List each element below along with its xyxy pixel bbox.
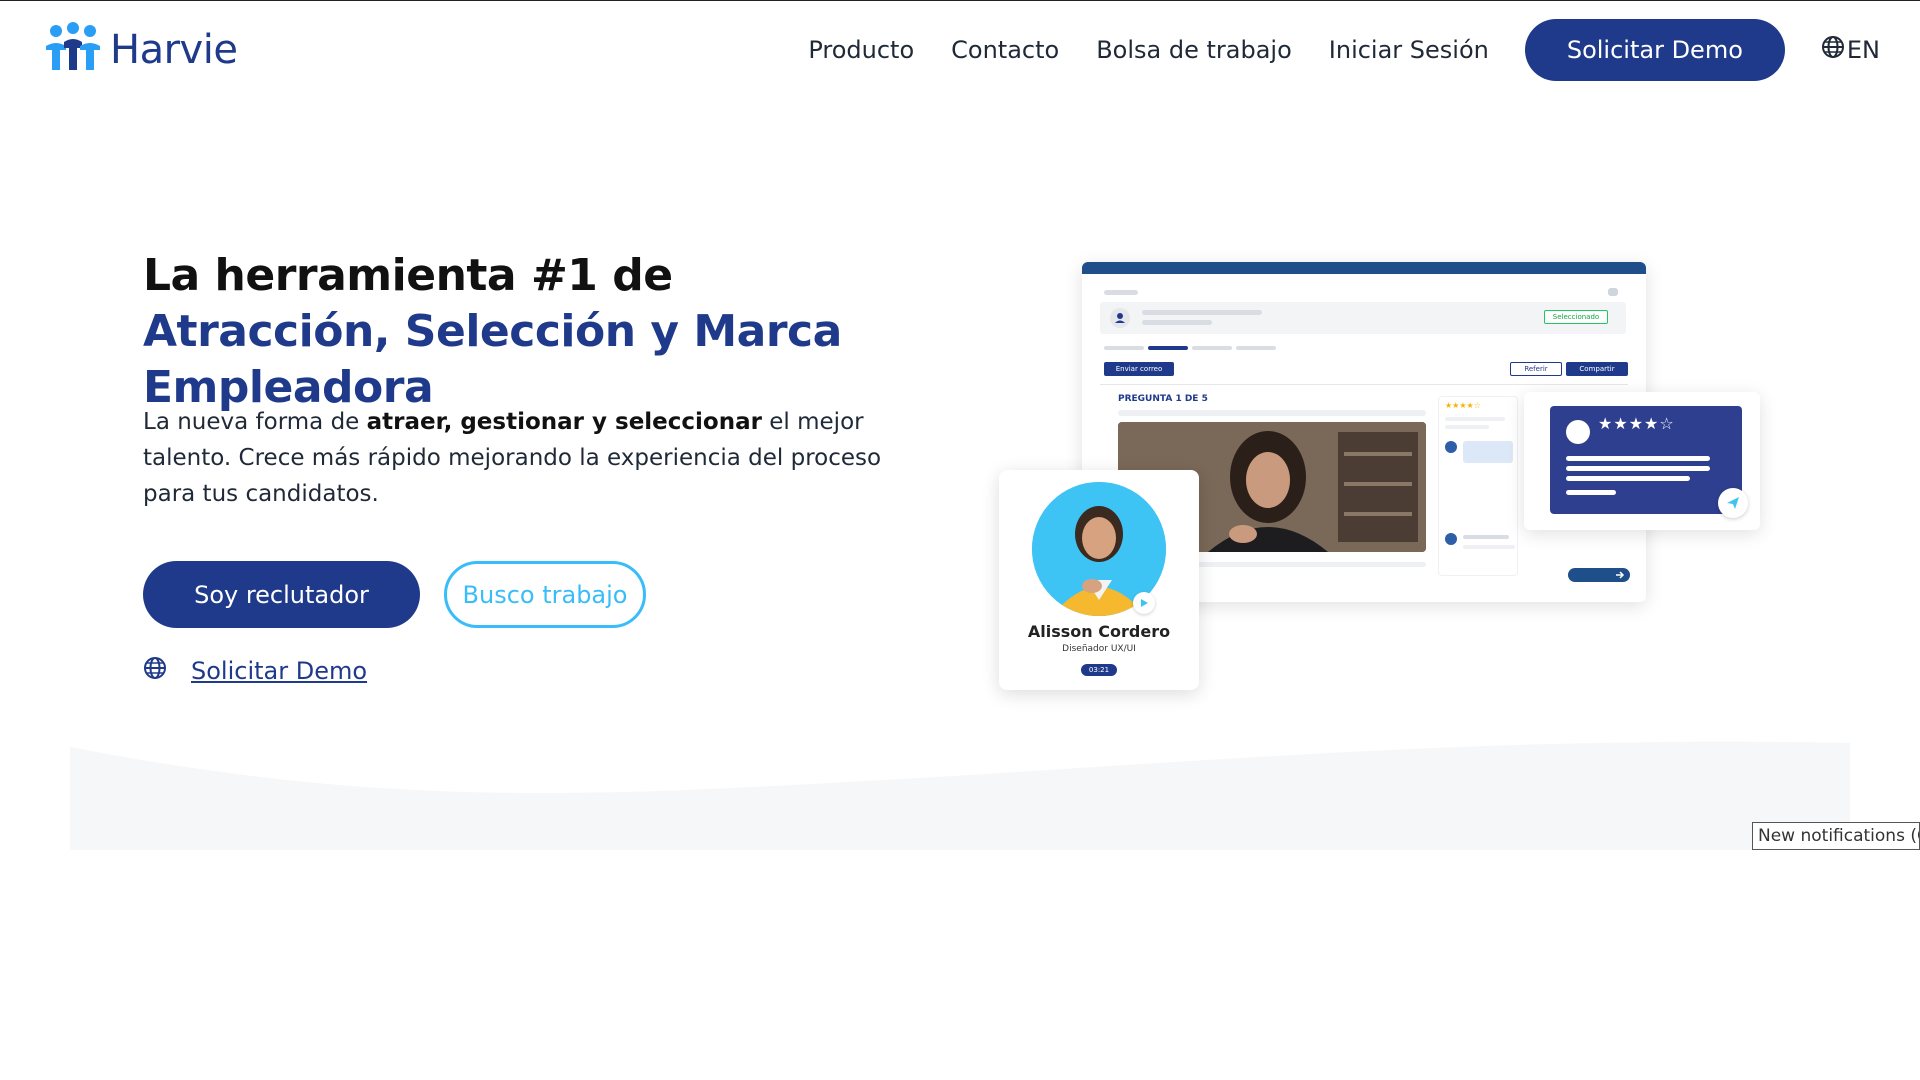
nav-iniciar-sesion[interactable]: Iniciar Sesión	[1329, 36, 1489, 64]
notifications-indicator[interactable]: New notifications (O	[1752, 822, 1920, 850]
question-label: PREGUNTA 1 DE 5	[1118, 394, 1208, 404]
share-chip: Compartir	[1566, 362, 1628, 376]
globe-icon	[1821, 35, 1845, 65]
mockup-placeholder-line	[1142, 320, 1212, 325]
review-stars: ★★★★☆	[1598, 414, 1675, 433]
send-icon	[1718, 488, 1748, 518]
reviewer-avatar	[1566, 420, 1590, 444]
top-border	[0, 0, 1920, 1]
candidate-name: Alisson Cordero	[1027, 622, 1171, 641]
candidate-video-time: 03:21	[1081, 664, 1117, 676]
main-nav: Producto Contacto Bolsa de trabajo Inici…	[771, 18, 1880, 82]
refer-chip: Referir	[1510, 362, 1562, 376]
background-wave	[70, 741, 1850, 850]
mockup-header-bar	[1082, 262, 1646, 274]
mockup-next-button	[1568, 568, 1630, 582]
review-line	[1566, 476, 1690, 481]
mockup-divider	[1100, 384, 1628, 385]
nav-contacto[interactable]: Contacto	[951, 36, 1059, 64]
hero-subtitle: La nueva forma de atraer, gestionar y se…	[143, 404, 903, 512]
candidate-profile-card: Alisson Cordero Diseñador UX/UI 03:21	[999, 470, 1199, 690]
play-icon	[1133, 592, 1155, 614]
review-line	[1566, 490, 1616, 495]
mockup-placeholder-line	[1463, 535, 1509, 539]
hero-subtitle-start: La nueva forma de	[143, 409, 367, 435]
mockup-placeholder-line	[1445, 425, 1489, 429]
mockup-tab	[1104, 346, 1144, 350]
review-line	[1566, 466, 1710, 471]
hero-title: La herramienta #1 de Atracción, Selecció…	[143, 248, 903, 416]
mockup-tab	[1192, 346, 1232, 350]
review-line	[1566, 456, 1710, 461]
review-bubble: ★★★★☆	[1550, 406, 1742, 514]
language-switcher[interactable]: EN	[1821, 35, 1880, 65]
logo-wordmark: Harvie	[110, 26, 238, 73]
soy-reclutador-button[interactable]: Soy reclutador	[143, 561, 420, 628]
hero-title-highlight: Atracción, Selección y Marca Empleadora	[143, 306, 842, 413]
mockup-placeholder-square	[1608, 288, 1618, 296]
globe-icon	[143, 656, 167, 685]
language-label: EN	[1846, 36, 1880, 64]
rating-stars-small: ★★★★☆	[1445, 401, 1481, 410]
nav-producto[interactable]: Producto	[808, 36, 914, 64]
mockup-placeholder-line	[1142, 310, 1262, 315]
nav-bolsa-de-trabajo[interactable]: Bolsa de trabajo	[1096, 36, 1292, 64]
mockup-side-panel: ★★★★☆	[1438, 396, 1518, 576]
mockup-placeholder-line	[1118, 410, 1426, 416]
review-card: ★★★★☆	[1524, 392, 1760, 530]
mockup-placeholder-line	[1445, 417, 1505, 421]
mockup-tab	[1236, 346, 1276, 350]
mockup-tab-active	[1148, 346, 1188, 350]
send-email-chip: Enviar correo	[1104, 362, 1174, 376]
candidate-role: Diseñador UX/UI	[1062, 644, 1136, 654]
mockup-dot	[1445, 441, 1457, 453]
solicitar-demo-link-row: Solicitar Demo	[143, 656, 367, 685]
hero-title-plain: La herramienta #1 de	[143, 250, 673, 301]
status-chip: Seleccionado	[1544, 310, 1608, 324]
logo[interactable]: Harvie	[44, 22, 238, 77]
logo-people-icon	[44, 22, 102, 77]
mockup-placeholder-box	[1463, 441, 1513, 463]
mockup-candidate-row: Seleccionado	[1100, 302, 1626, 334]
busco-trabajo-button[interactable]: Busco trabajo	[444, 561, 646, 628]
mockup-dot	[1445, 533, 1457, 545]
nav-solicitar-demo-button[interactable]: Solicitar Demo	[1524, 19, 1785, 81]
user-icon	[1110, 308, 1130, 328]
mockup-placeholder-line	[1463, 545, 1515, 549]
mockup-placeholder-line	[1104, 290, 1138, 295]
solicitar-demo-link[interactable]: Solicitar Demo	[191, 657, 367, 685]
hero-subtitle-bold: atraer, gestionar y seleccionar	[366, 409, 762, 435]
